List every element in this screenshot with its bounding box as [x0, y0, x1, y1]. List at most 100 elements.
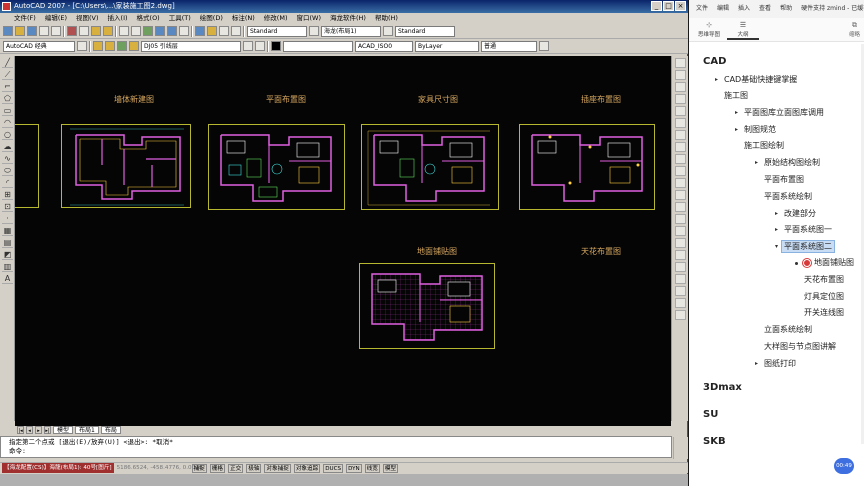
thumbnail-button[interactable]: ⧉ 缩略 [849, 21, 860, 38]
tree-node-detail[interactable]: 大样图与节点图讲解 [764, 341, 836, 352]
tab-layout1[interactable]: 布局1 [75, 426, 99, 434]
mindmap-view-button[interactable]: ⊹ 思维导图 [693, 20, 725, 40]
dim-style-select[interactable]: 海龙(布局1) [321, 25, 381, 37]
region-icon[interactable]: ◩ [2, 250, 13, 260]
osnap-quadrant-icon[interactable] [675, 286, 686, 296]
menu-modify[interactable]: 修改(M) [264, 13, 288, 24]
point-icon[interactable]: · [2, 214, 13, 224]
polyline-icon[interactable]: ⌐ [2, 82, 13, 92]
grid-toggle[interactable]: 栅格 [209, 464, 226, 473]
tree-node-skb[interactable]: SKB [703, 436, 726, 447]
tree-node-layout[interactable]: 平面布置图 [764, 174, 804, 185]
preview-icon[interactable] [51, 26, 61, 36]
tree-node-lamp[interactable]: 灯具定位图 [804, 291, 844, 302]
menu-hailong[interactable]: 海龙软件(H) [330, 13, 366, 24]
tab-prev-icon[interactable]: ◂ [26, 426, 33, 434]
gradient-icon[interactable]: ▤ [2, 238, 13, 248]
rectangle-icon[interactable]: ▭ [2, 106, 13, 116]
expand-caret-icon[interactable]: ▸ [715, 74, 718, 85]
workspace-select[interactable]: AutoCAD 经典 [3, 40, 75, 52]
menu-format[interactable]: 格式(O) [137, 13, 160, 24]
tab-layout2[interactable]: 布局 [100, 426, 121, 434]
arc-icon[interactable]: ◠ [2, 118, 13, 128]
menu-tools[interactable]: 工具(T) [169, 13, 191, 24]
make-block-icon[interactable]: ⊡ [2, 202, 13, 212]
table-icon[interactable]: ▥ [2, 262, 13, 272]
tree-node-plan-system[interactable]: 平面系统绘制 [764, 191, 812, 202]
menu-view[interactable]: 视图(V) [76, 13, 99, 24]
drawing-sheet-layout[interactable] [208, 124, 345, 210]
layer-freeze-icon[interactable] [129, 41, 139, 51]
panel-menu-edit[interactable]: 编辑 [717, 0, 729, 18]
polygon-icon[interactable]: ⬠ [2, 94, 13, 104]
menu-dimension[interactable]: 标注(N) [232, 13, 255, 24]
redo-icon[interactable] [131, 26, 141, 36]
command-line[interactable]: 指定第二个点或 [退出(E)/放弃(U)] <退出>: *取消* 命令: [0, 436, 688, 459]
calculator-icon[interactable] [231, 26, 241, 36]
tab-model[interactable]: 模型 [53, 426, 74, 434]
stretch-icon[interactable] [675, 154, 686, 164]
maximize-icon[interactable]: □ [663, 1, 674, 11]
dyn-toggle[interactable]: DYN [346, 464, 362, 473]
workspace-settings-icon[interactable] [77, 41, 87, 51]
layer-previous-icon[interactable] [255, 41, 265, 51]
save-icon[interactable] [27, 26, 37, 36]
tree-node-original[interactable]: 原始结构图绘制 [764, 157, 820, 168]
zoom-window-icon[interactable] [167, 26, 177, 36]
line-tool-icon[interactable]: ╱ [2, 58, 13, 68]
pan-icon[interactable] [143, 26, 153, 36]
drawing-sheet-partial[interactable] [15, 124, 39, 208]
spline-icon[interactable]: ∿ [2, 154, 13, 164]
table-style-select[interactable]: Standard [395, 25, 455, 37]
design-center-icon[interactable] [207, 26, 217, 36]
zoom-realtime-icon[interactable] [155, 26, 165, 36]
drawing-sheet-floor[interactable] [359, 263, 495, 349]
lineweight-select[interactable]: ByLayer [415, 40, 479, 52]
tree-node-cad[interactable]: CAD [703, 56, 726, 67]
drawing-sheet-socket[interactable] [519, 124, 655, 210]
expand-caret-icon[interactable]: ▸ [735, 124, 738, 135]
polar-toggle[interactable]: 极轴 [246, 464, 262, 473]
expand-caret-icon[interactable]: ▸ [755, 358, 758, 369]
scale-icon[interactable] [675, 142, 686, 152]
tree-node-standards[interactable]: 制图规范 [744, 124, 776, 135]
tree-node-renovation[interactable]: 改建部分 [784, 208, 816, 219]
ducs-toggle[interactable]: DUCS [323, 464, 344, 473]
snap-toggle[interactable]: 捕捉 [191, 464, 207, 473]
panel-menu-file[interactable]: 文件 [696, 0, 708, 18]
outline-view-button[interactable]: ☰ 大纲 [727, 20, 759, 40]
copy-icon[interactable] [79, 26, 89, 36]
osnap-perpendicular-icon[interactable] [675, 298, 686, 308]
ellipse-arc-icon[interactable]: ◜ [2, 178, 13, 188]
tree-node-construction[interactable]: 施工图 [724, 90, 748, 101]
chamfer-icon[interactable] [675, 214, 686, 224]
osnap-midpoint-icon[interactable] [675, 262, 686, 272]
close-icon[interactable]: × [675, 1, 686, 11]
zoom-previous-icon[interactable] [179, 26, 189, 36]
tree-node-elevation[interactable]: 立面系统绘制 [764, 324, 812, 335]
drawing-canvas[interactable]: 墙体新建图 平面布置图 家具尺寸图 插座布置图 地面铺贴图 天花布置图 [15, 56, 671, 426]
offset-icon[interactable] [675, 94, 686, 104]
layer-on-icon[interactable] [117, 41, 127, 51]
minimize-icon[interactable]: _ [651, 1, 662, 11]
osnap-none-icon[interactable] [675, 310, 686, 320]
mirror-icon[interactable] [675, 82, 686, 92]
construction-line-icon[interactable]: ⟋ [2, 70, 13, 80]
timer-badge[interactable]: 00:49 [834, 458, 854, 474]
linetype-select[interactable]: ACAD_ISO0 [355, 40, 413, 52]
tree-node-3dmax[interactable]: 3Dmax [703, 382, 742, 393]
tree-node-print[interactable]: 图纸打印 [764, 358, 796, 369]
erase-icon[interactable] [675, 58, 686, 68]
plot-style-select[interactable]: 普通 [481, 40, 537, 52]
rotate-icon[interactable] [675, 130, 686, 140]
copy-object-icon[interactable] [675, 70, 686, 80]
tab-last-icon[interactable]: ▸| [44, 426, 51, 434]
tree-node-system-two[interactable]: 平面系统图二 [781, 240, 835, 253]
tab-first-icon[interactable]: |◂ [17, 426, 24, 434]
layer-state-icon[interactable] [105, 41, 115, 51]
print-icon[interactable] [39, 26, 49, 36]
menu-help[interactable]: 帮助(H) [375, 13, 398, 24]
osnap-center-icon[interactable] [675, 274, 686, 284]
layer-select[interactable]: DJ05 引线层 [141, 40, 241, 52]
tree-node-drawing[interactable]: 施工图绘制 [744, 140, 784, 151]
